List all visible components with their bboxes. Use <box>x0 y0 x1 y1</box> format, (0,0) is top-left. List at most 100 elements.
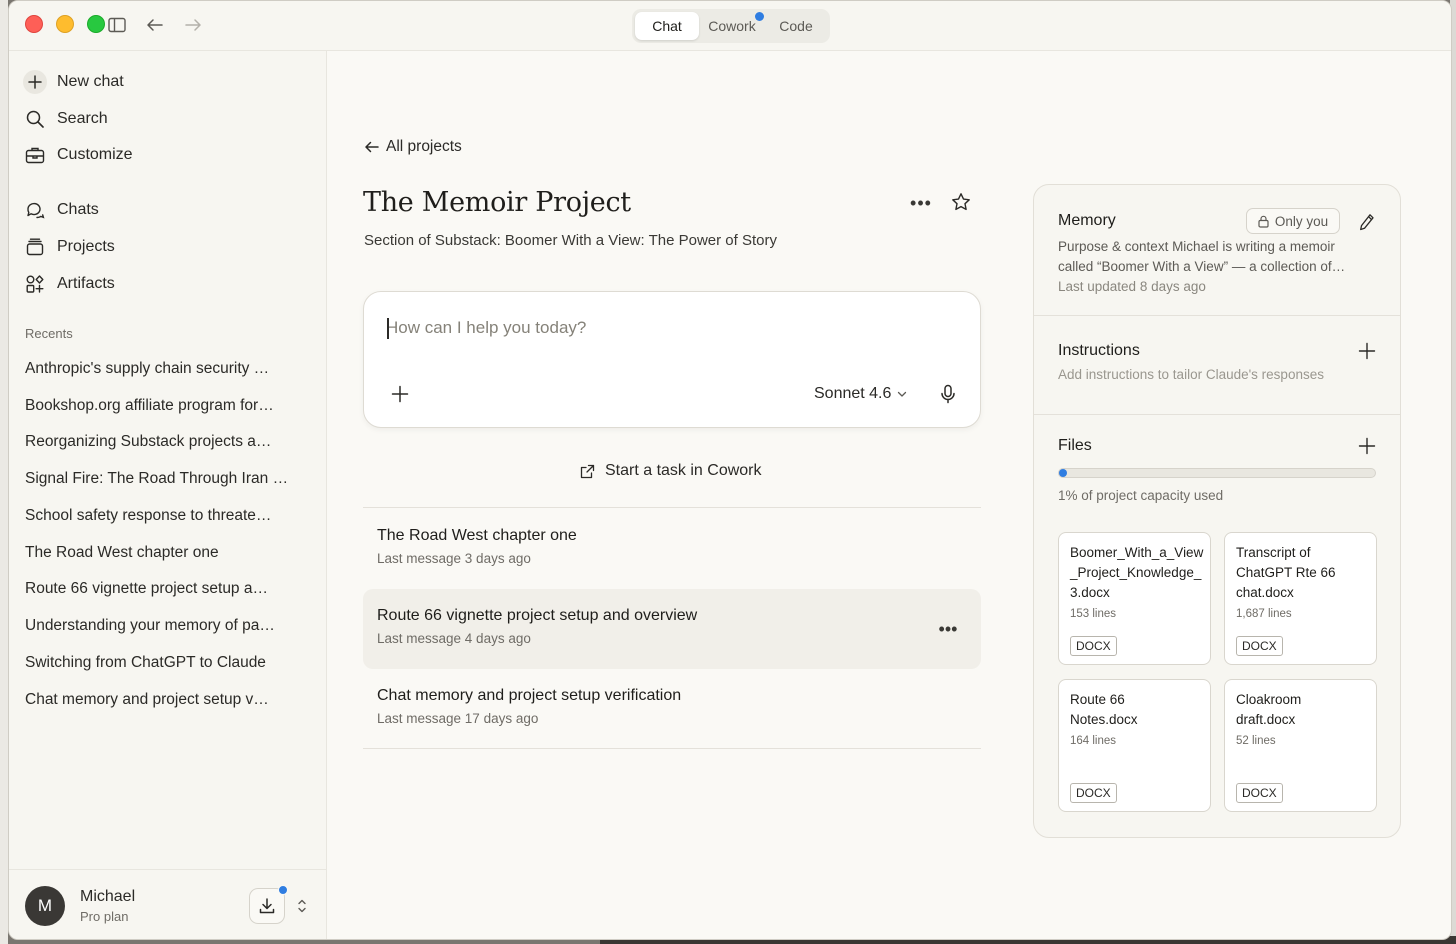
recents-heading: Recents <box>25 326 73 341</box>
zoom-window-button[interactable] <box>87 15 105 33</box>
external-link-icon <box>580 464 595 479</box>
file-card[interactable]: Cloakroom draft.docx 52 lines DOCX <box>1224 679 1377 812</box>
user-plan: Pro plan <box>80 909 129 924</box>
customize-button[interactable]: Customize <box>23 140 133 170</box>
memory-updated-timestamp: Last updated 8 days ago <box>1058 279 1206 294</box>
file-name: Route 66 Notes.docx <box>1070 692 1138 727</box>
user-name[interactable]: Michael <box>80 888 135 906</box>
model-selector[interactable]: Sonnet 4.6 <box>814 382 907 406</box>
recent-chat-item[interactable]: Reorganizing Substack projects a… <box>25 433 295 451</box>
notification-dot <box>754 12 764 21</box>
close-window-button[interactable] <box>25 15 43 33</box>
message-input[interactable] <box>386 316 946 340</box>
file-name: Transcript of ChatGPT Rte 66 chat.docx <box>1236 545 1336 600</box>
tab-chat-label: Chat <box>652 18 682 34</box>
new-chat-label: New chat <box>57 73 124 90</box>
update-notification-dot <box>278 885 288 895</box>
minimize-window-button[interactable] <box>56 15 74 33</box>
section-divider <box>1034 414 1400 415</box>
conversation-timestamp: Last message 17 days ago <box>377 711 539 726</box>
file-card[interactable]: Boomer_With_a_View_Project_Knowledge_3.d… <box>1058 532 1211 665</box>
file-line-count: 153 lines <box>1070 608 1117 620</box>
forward-arrow-icon[interactable] <box>183 15 203 35</box>
add-attachment-button[interactable] <box>386 380 414 408</box>
microphone-icon <box>940 384 956 404</box>
edit-memory-icon[interactable] <box>1356 211 1378 233</box>
conversation-item[interactable]: Chat memory and project setup verificati… <box>363 669 981 749</box>
all-projects-label: All projects <box>386 138 462 155</box>
tab-code[interactable]: Code <box>765 12 827 40</box>
memory-summary-line: called “Boomer With a View” — a collecti… <box>1058 259 1346 274</box>
sidebar-item-projects[interactable]: Projects <box>23 232 115 262</box>
star-icon[interactable] <box>949 190 973 214</box>
capacity-bar <box>1058 468 1376 478</box>
memory-summary-line: Purpose & context Michael is writing a m… <box>1058 239 1335 254</box>
back-arrow-icon <box>364 140 380 154</box>
search-label: Search <box>57 110 108 127</box>
file-line-count: 52 lines <box>1236 735 1276 747</box>
memory-summary[interactable]: Purpose & context Michael is writing a m… <box>1058 237 1368 277</box>
file-name: Cloakroom draft.docx <box>1236 692 1302 727</box>
sidebar-item-chats[interactable]: Chats <box>23 195 99 225</box>
conversation-timestamp: Last message 4 days ago <box>377 631 531 646</box>
recent-chat-item[interactable]: Switching from ChatGPT to Claude <box>25 654 295 672</box>
conversation-title: The Road West chapter one <box>377 527 577 544</box>
capacity-label: 1% of project capacity used <box>1058 488 1224 503</box>
file-type-badge: DOCX <box>1070 783 1117 803</box>
conversation-item[interactable]: Route 66 vignette project setup and over… <box>363 589 981 669</box>
search-button[interactable]: Search <box>23 104 108 134</box>
recent-chat-item[interactable]: School safety response to threate… <box>25 507 295 525</box>
file-name: Boomer_With_a_View_Project_Knowledge_3.d… <box>1070 545 1204 600</box>
chevron-down-icon <box>897 391 907 398</box>
text-cursor <box>387 318 389 339</box>
section-divider <box>1034 315 1400 316</box>
microphone-button[interactable] <box>934 380 962 408</box>
visibility-badge[interactable]: Only you <box>1246 208 1340 234</box>
list-divider <box>363 507 981 508</box>
folder-stack-icon <box>23 235 47 259</box>
message-composer: Sonnet 4.6 <box>363 291 981 428</box>
chevron-up-down-icon[interactable] <box>295 896 309 916</box>
tab-cowork[interactable]: Cowork <box>699 12 765 40</box>
start-cowork-task-button[interactable]: Start a task in Cowork <box>580 460 762 482</box>
recent-chat-item[interactable]: Signal Fire: The Road Through Iran … <box>25 470 295 488</box>
recent-chat-item[interactable]: Bookshop.org affiliate program for… <box>25 397 295 415</box>
tab-cowork-label: Cowork <box>708 18 756 34</box>
conversation-timestamp: Last message 3 days ago <box>377 551 531 566</box>
tab-chat[interactable]: Chat <box>635 12 699 40</box>
conversation-title: Chat memory and project setup verificati… <box>377 687 682 704</box>
app-window: Chat Cowork Code New chat Search Customi… <box>8 0 1452 940</box>
avatar[interactable]: M <box>25 886 65 926</box>
file-card[interactable]: Transcript of ChatGPT Rte 66 chat.docx 1… <box>1224 532 1377 665</box>
recent-chat-item[interactable]: Anthropic's supply chain security … <box>25 360 295 378</box>
project-more-options-icon[interactable]: ••• <box>906 191 936 215</box>
files-heading: Files <box>1058 437 1092 454</box>
sidebar-toggle-icon[interactable] <box>107 15 127 35</box>
conversation-item[interactable]: The Road West chapter one Last message 3… <box>363 509 981 589</box>
mode-switcher: Chat Cowork Code <box>632 9 830 43</box>
file-card[interactable]: Route 66 Notes.docx 164 lines DOCX <box>1058 679 1211 812</box>
new-chat-button[interactable]: New chat <box>23 67 124 97</box>
conversation-title: Route 66 vignette project setup and over… <box>377 607 698 624</box>
recent-chat-item[interactable]: Understanding your memory of pa… <box>25 617 295 635</box>
shapes-icon <box>23 272 47 296</box>
recent-chat-item[interactable]: Chat memory and project setup v… <box>25 691 295 709</box>
search-icon <box>23 107 47 131</box>
add-file-button[interactable] <box>1356 435 1378 457</box>
file-type-badge: DOCX <box>1070 636 1117 656</box>
all-projects-link[interactable]: All projects <box>364 136 462 158</box>
sidebar-item-artifacts[interactable]: Artifacts <box>23 269 115 299</box>
download-button[interactable] <box>249 885 288 924</box>
add-instructions-button[interactable] <box>1356 340 1378 362</box>
title-bar: Chat Cowork Code <box>9 1 1451 51</box>
file-type-badge: DOCX <box>1236 783 1283 803</box>
back-arrow-icon[interactable] <box>145 15 165 35</box>
plus-icon <box>23 70 47 94</box>
sidebar-item-artifacts-label: Artifacts <box>57 275 115 292</box>
file-type-badge: DOCX <box>1236 636 1283 656</box>
model-selector-label: Sonnet 4.6 <box>814 385 892 402</box>
recent-chat-item[interactable]: Route 66 vignette project setup a… <box>25 580 295 598</box>
page-title: The Memoir Project <box>363 187 631 218</box>
recent-chat-item[interactable]: The Road West chapter one <box>25 544 295 562</box>
conversation-more-options-icon[interactable]: ••• <box>933 617 963 641</box>
